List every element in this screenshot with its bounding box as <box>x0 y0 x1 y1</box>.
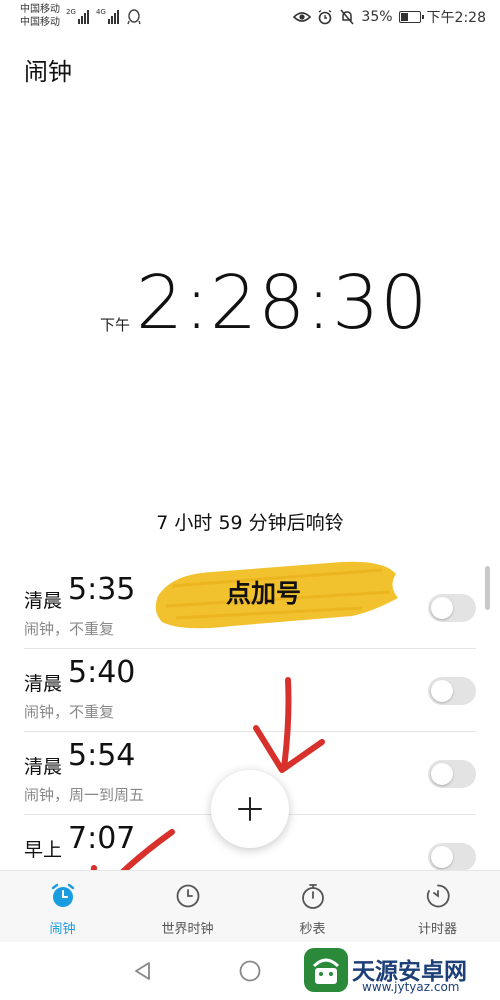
tab-alarm-label: 闹钟 <box>49 922 76 937</box>
alarm-toggle[interactable] <box>428 843 476 871</box>
home-circle-icon <box>239 960 261 982</box>
alarm-toggle[interactable] <box>428 677 476 705</box>
battery-level <box>400 13 408 21</box>
qq-icon <box>127 9 141 25</box>
tab-stopwatch[interactable]: 秒表 <box>250 871 375 942</box>
alarm-subtitle: 闹钟，不重复 <box>24 703 115 721</box>
digital-clock: 下午 2:28:30 <box>0 258 500 348</box>
alarm-period: 清晨 <box>24 673 63 695</box>
network-1-label: 2G <box>66 8 76 16</box>
alarm-period: 早上 <box>24 839 63 861</box>
alarm-icon <box>319 9 332 25</box>
toggle-knob <box>431 680 453 702</box>
plus-icon <box>238 797 262 821</box>
alarm-period: 清晨 <box>24 756 63 778</box>
next-alarm-countdown: 7 小时 59 分钟后响铃 <box>156 512 344 534</box>
alarm-time: 5:54 <box>68 738 136 773</box>
tab-timer-label: 计时器 <box>417 922 457 937</box>
clock-time: 2:28:30 <box>136 260 429 346</box>
page-title: 闹钟 <box>24 58 72 86</box>
tab-world-clock-label: 世界时钟 <box>161 922 214 937</box>
back-button[interactable] <box>128 956 158 986</box>
status-bar: 中国移动 中国移动 2G 4G 35% 下午2:28 <box>0 0 500 36</box>
battery-charging-icon <box>398 11 424 23</box>
watermark-url: www.jytyaz.com <box>362 980 460 994</box>
clock-period: 下午 <box>100 316 131 334</box>
eye-icon <box>293 12 312 22</box>
alarm-time: 5:40 <box>68 655 136 690</box>
carrier-1-label: 中国移动 <box>20 4 60 15</box>
alarm-clock-icon <box>48 881 78 911</box>
signal-2-icon: 4G <box>96 8 119 24</box>
home-button[interactable] <box>235 956 265 986</box>
toggle-knob <box>431 763 453 785</box>
add-alarm-button[interactable] <box>211 770 289 848</box>
stopwatch-icon <box>298 881 328 911</box>
carrier-labels: 中国移动 中国移动 <box>20 3 60 29</box>
tab-timer[interactable]: 计时器 <box>375 871 500 942</box>
battery-percent: 35% <box>361 9 393 25</box>
signal-1-icon: 2G <box>66 8 89 24</box>
tab-world-clock[interactable]: 世界时钟 <box>125 871 250 942</box>
network-2-label: 4G <box>96 8 106 16</box>
status-time: 下午2:28 <box>426 10 486 26</box>
alarm-time: 7:07 <box>68 821 136 856</box>
alarm-subtitle: 闹钟，不重复 <box>24 620 115 638</box>
alarm-toggle[interactable] <box>428 760 476 788</box>
tab-stopwatch-label: 秒表 <box>299 922 326 937</box>
alarm-time: 5:35 <box>68 572 136 607</box>
alarm-subtitle: 闹钟，周一到周五 <box>24 786 145 804</box>
bottom-nav: 闹钟 世界时钟 秒表 计时器 <box>0 870 500 942</box>
annotation-label: 点加号 <box>226 579 302 608</box>
toggle-knob <box>431 846 453 868</box>
alarm-period: 清晨 <box>24 590 63 612</box>
toggle-knob <box>431 597 453 619</box>
carrier-2-label: 中国移动 <box>20 17 60 28</box>
back-triangle-icon <box>135 962 150 980</box>
world-clock-icon <box>173 881 203 911</box>
mute-icon <box>340 9 354 25</box>
alarm-toggle[interactable] <box>428 594 476 622</box>
tab-alarm[interactable]: 闹钟 <box>0 871 125 942</box>
alarm-item[interactable]: 清晨 5:40 闹钟，不重复 <box>24 649 476 732</box>
timer-icon <box>423 881 453 911</box>
